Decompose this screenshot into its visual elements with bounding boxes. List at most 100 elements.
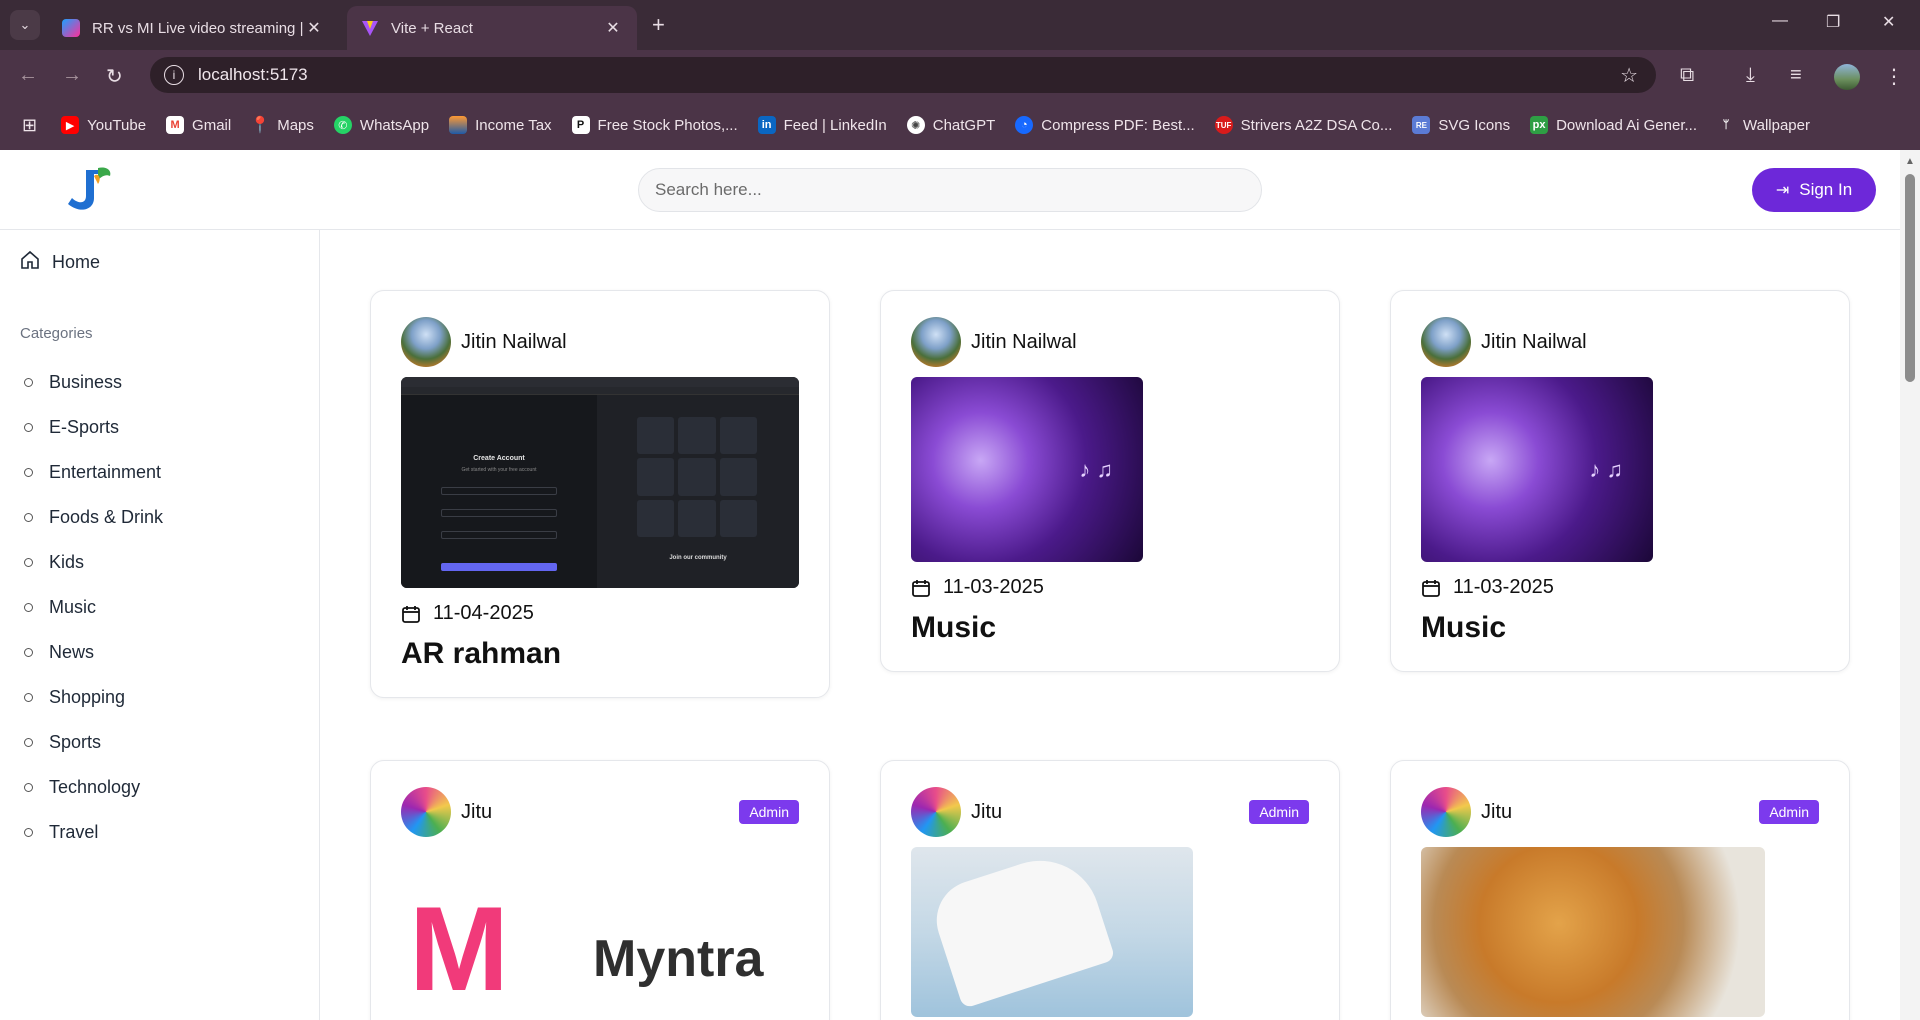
browser-tab-bar: ⌄ RR vs MI Live video streaming | ✕ Vite…: [0, 0, 1920, 50]
forward-icon[interactable]: →: [62, 64, 82, 87]
bookmark-star-icon[interactable]: ☆: [1620, 63, 1638, 88]
page-scrollbar[interactable]: ▲: [1900, 150, 1920, 1020]
category-travel[interactable]: Travel: [24, 810, 163, 855]
bookmark-ai-gen[interactable]: px Download Ai Gener...: [1530, 116, 1697, 134]
bookmark-pexels[interactable]: P Free Stock Photos,...: [571, 116, 738, 134]
bullet-icon: [24, 693, 33, 702]
site-logo[interactable]: [58, 164, 114, 216]
post-date: 11-04-2025: [401, 602, 799, 625]
back-icon[interactable]: ←: [18, 64, 38, 87]
post-title[interactable]: Music: [1421, 611, 1819, 645]
bookmark-maps[interactable]: 📍 Maps: [250, 116, 314, 135]
restore-icon[interactable]: ❐: [1826, 12, 1840, 32]
sidebar-item-home[interactable]: Home: [20, 250, 100, 275]
category-entertainment[interactable]: Entertainment: [24, 450, 163, 495]
category-technology[interactable]: Technology: [24, 765, 163, 810]
post-title[interactable]: AR rahman: [401, 637, 799, 671]
post-thumbnail: [1421, 377, 1653, 562]
post-thumbnail: [911, 377, 1143, 562]
post-author: Jitin Nailwal: [401, 317, 799, 367]
vite-favicon-icon: [361, 19, 379, 37]
close-tab-icon[interactable]: ✕: [304, 18, 324, 38]
post-card[interactable]: Jitu Admin: [880, 760, 1340, 1020]
avatar: [911, 787, 961, 837]
bullet-icon: [24, 738, 33, 747]
svg-icons-icon: RE: [1412, 116, 1431, 134]
post-author: Jitu Admin: [911, 787, 1309, 837]
category-music[interactable]: Music: [24, 585, 163, 630]
apps-icon[interactable]: ⊞: [22, 115, 37, 136]
bookmark-income-tax[interactable]: Income Tax: [449, 116, 552, 134]
media-control-icon[interactable]: ≡: [1790, 64, 1802, 87]
category-foods-drink[interactable]: Foods & Drink: [24, 495, 163, 540]
admin-badge: Admin: [739, 800, 799, 824]
avatar: [401, 787, 451, 837]
px-icon: px: [1530, 116, 1549, 134]
bookmark-wallpaper[interactable]: ᛘ Wallpaper: [1717, 116, 1810, 134]
bullet-icon: [24, 603, 33, 612]
admin-badge: Admin: [1249, 800, 1309, 824]
bookmark-whatsapp[interactable]: ✆ WhatsApp: [333, 116, 429, 134]
sidebar: Home Categories Business E-Sports Entert…: [0, 230, 320, 1020]
tab-rr-vs-mi[interactable]: RR vs MI Live video streaming | ✕: [48, 6, 338, 50]
sign-in-icon: ⇥: [1775, 182, 1790, 199]
bookmark-svg-icons[interactable]: RE SVG Icons: [1412, 116, 1510, 134]
post-thumbnail: [1421, 847, 1765, 1017]
post-card[interactable]: Jitin Nailwal 11-03-2025 Music: [880, 290, 1340, 672]
close-window-icon[interactable]: ✕: [1882, 12, 1895, 32]
avatar: [401, 317, 451, 367]
gmail-icon: M: [166, 116, 185, 134]
bullet-icon: [24, 468, 33, 477]
minimize-icon[interactable]: —: [1772, 12, 1788, 30]
menu-icon[interactable]: ⋮: [1884, 64, 1904, 89]
home-icon: [20, 250, 42, 275]
url-field[interactable]: i localhost:5173 ☆: [150, 57, 1656, 93]
search-input[interactable]: [638, 168, 1262, 212]
post-card[interactable]: Jitin Nailwal 11-03-2025 Music: [1390, 290, 1850, 672]
post-grid: Jitin Nailwal Create Account Get started…: [320, 230, 1900, 1020]
calendar-icon: [911, 578, 931, 598]
profile-avatar[interactable]: [1834, 64, 1860, 90]
maps-icon: 📍: [250, 117, 271, 134]
bookmark-chatgpt[interactable]: ✺ ChatGPT: [906, 116, 995, 134]
close-tab-icon[interactable]: ✕: [603, 18, 623, 38]
post-card[interactable]: Jitin Nailwal Create Account Get started…: [370, 290, 830, 698]
bookmark-youtube[interactable]: ▶ YouTube: [61, 116, 146, 134]
address-bar: ← → ↻ i localhost:5173 ☆ ⧉ ⤓ ≡ ⋮: [0, 50, 1920, 100]
sign-in-button[interactable]: ⇥ Sign In: [1752, 168, 1876, 212]
streaming-favicon-icon: [62, 19, 80, 37]
category-kids[interactable]: Kids: [24, 540, 163, 585]
extensions-icon[interactable]: ⧉: [1680, 64, 1694, 87]
post-thumbnail: [911, 847, 1193, 1017]
avatar: [1421, 787, 1471, 837]
calendar-icon: [401, 604, 421, 624]
bookmark-gmail[interactable]: M Gmail: [166, 116, 231, 134]
download-icon[interactable]: ⤓: [1746, 64, 1755, 87]
category-business[interactable]: Business: [24, 360, 163, 405]
post-title[interactable]: Music: [911, 611, 1309, 645]
post-card[interactable]: Jitu Admin: [1390, 760, 1850, 1020]
chatgpt-icon: ✺: [906, 116, 925, 134]
category-shopping[interactable]: Shopping: [24, 675, 163, 720]
bookmark-linkedin[interactable]: in Feed | LinkedIn: [757, 116, 887, 134]
bookmarks-bar: ⊞ ▶ YouTube M Gmail 📍 Maps ✆ WhatsApp Income…: [0, 100, 1920, 150]
post-author: Jitin Nailwal: [1421, 317, 1819, 367]
post-card[interactable]: Jitu Admin M Myntra: [370, 760, 830, 1020]
category-news[interactable]: News: [24, 630, 163, 675]
tab-search-icon[interactable]: ⌄: [10, 10, 40, 40]
bullet-icon: [24, 558, 33, 567]
new-tab-icon[interactable]: +: [652, 12, 665, 38]
reload-icon[interactable]: ↻: [106, 64, 123, 89]
category-sports[interactable]: Sports: [24, 720, 163, 765]
tab-vite-react[interactable]: Vite + React ✕: [347, 6, 637, 50]
scroll-up-icon[interactable]: ▲: [1905, 156, 1915, 167]
pexels-icon: P: [571, 116, 590, 134]
category-esports[interactable]: E-Sports: [24, 405, 163, 450]
whatsapp-icon: ✆: [333, 116, 352, 134]
bookmark-strivers[interactable]: TUF Strivers A2Z DSA Co...: [1214, 116, 1392, 134]
bookmark-compress-pdf[interactable]: ◔ Compress PDF: Best...: [1015, 116, 1195, 134]
site-info-icon[interactable]: i: [164, 65, 184, 85]
sign-in-label: Sign In: [1799, 180, 1853, 199]
myntra-logo-icon: M: [409, 882, 509, 1016]
scrollbar-thumb[interactable]: [1905, 174, 1915, 382]
